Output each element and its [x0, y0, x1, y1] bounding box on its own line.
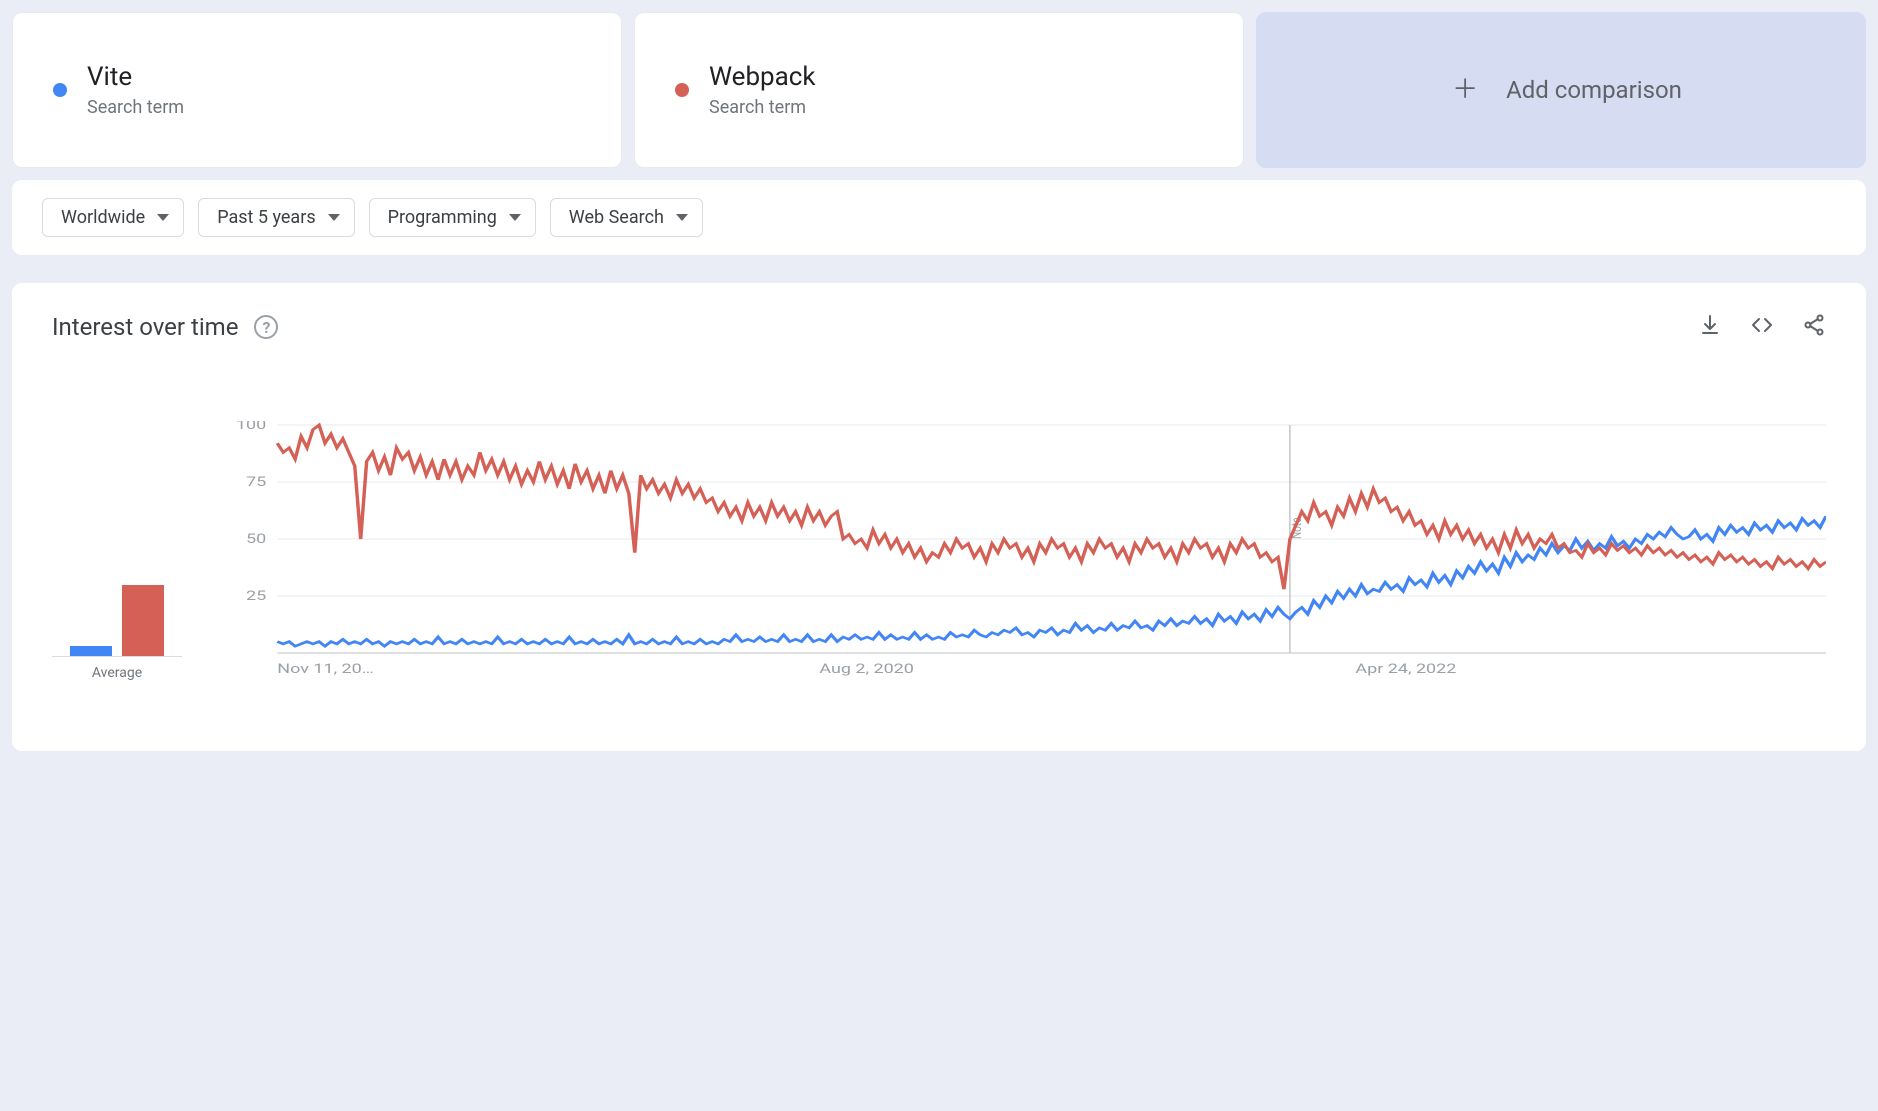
- filter-3[interactable]: Web Search: [550, 198, 703, 237]
- help-icon[interactable]: ?: [254, 315, 278, 339]
- svg-text:75: 75: [246, 474, 266, 490]
- filter-label: Worldwide: [61, 207, 145, 228]
- avg-bar-vite: [70, 646, 112, 656]
- series-vite: [277, 516, 1826, 646]
- term-title: Vite: [87, 62, 184, 93]
- term-dot-icon: [675, 83, 689, 97]
- filter-label: Programming: [388, 207, 497, 228]
- chevron-down-icon: [676, 214, 688, 221]
- svg-text:Apr 24, 2022: Apr 24, 2022: [1355, 661, 1456, 677]
- avg-bar-webpack: [122, 585, 164, 657]
- line-chart: 255075100NoteNov 11, 20…Aug 2, 2020Apr 2…: [222, 421, 1826, 681]
- term-dot-icon: [53, 83, 67, 97]
- add-comparison-label: Add comparison: [1506, 76, 1682, 104]
- filter-label: Web Search: [569, 207, 664, 228]
- add-comparison-button[interactable]: ＋ Add comparison: [1256, 12, 1866, 168]
- download-icon[interactable]: [1698, 313, 1722, 341]
- series-webpack: [277, 425, 1826, 589]
- svg-text:100: 100: [236, 421, 266, 432]
- plus-icon: ＋: [1452, 77, 1478, 103]
- chevron-down-icon: [509, 214, 521, 221]
- term-title: Webpack: [709, 62, 816, 93]
- average-label: Average: [52, 665, 182, 681]
- chevron-down-icon: [328, 214, 340, 221]
- svg-text:25: 25: [246, 588, 266, 604]
- filter-label: Past 5 years: [217, 207, 315, 228]
- term-subtitle: Search term: [87, 97, 184, 118]
- term-card-1[interactable]: Webpack Search term: [634, 12, 1244, 168]
- svg-text:Nov 11, 20…: Nov 11, 20…: [277, 661, 373, 677]
- term-card-0[interactable]: Vite Search term: [12, 12, 622, 168]
- filter-2[interactable]: Programming: [369, 198, 536, 237]
- filter-1[interactable]: Past 5 years: [198, 198, 354, 237]
- svg-text:50: 50: [246, 531, 266, 547]
- filter-0[interactable]: Worldwide: [42, 198, 184, 237]
- panel-title: Interest over time: [52, 313, 238, 341]
- chevron-down-icon: [157, 214, 169, 221]
- share-icon[interactable]: [1802, 313, 1826, 341]
- svg-text:Aug 2, 2020: Aug 2, 2020: [819, 661, 914, 677]
- embed-icon[interactable]: [1750, 313, 1774, 341]
- term-subtitle: Search term: [709, 97, 816, 118]
